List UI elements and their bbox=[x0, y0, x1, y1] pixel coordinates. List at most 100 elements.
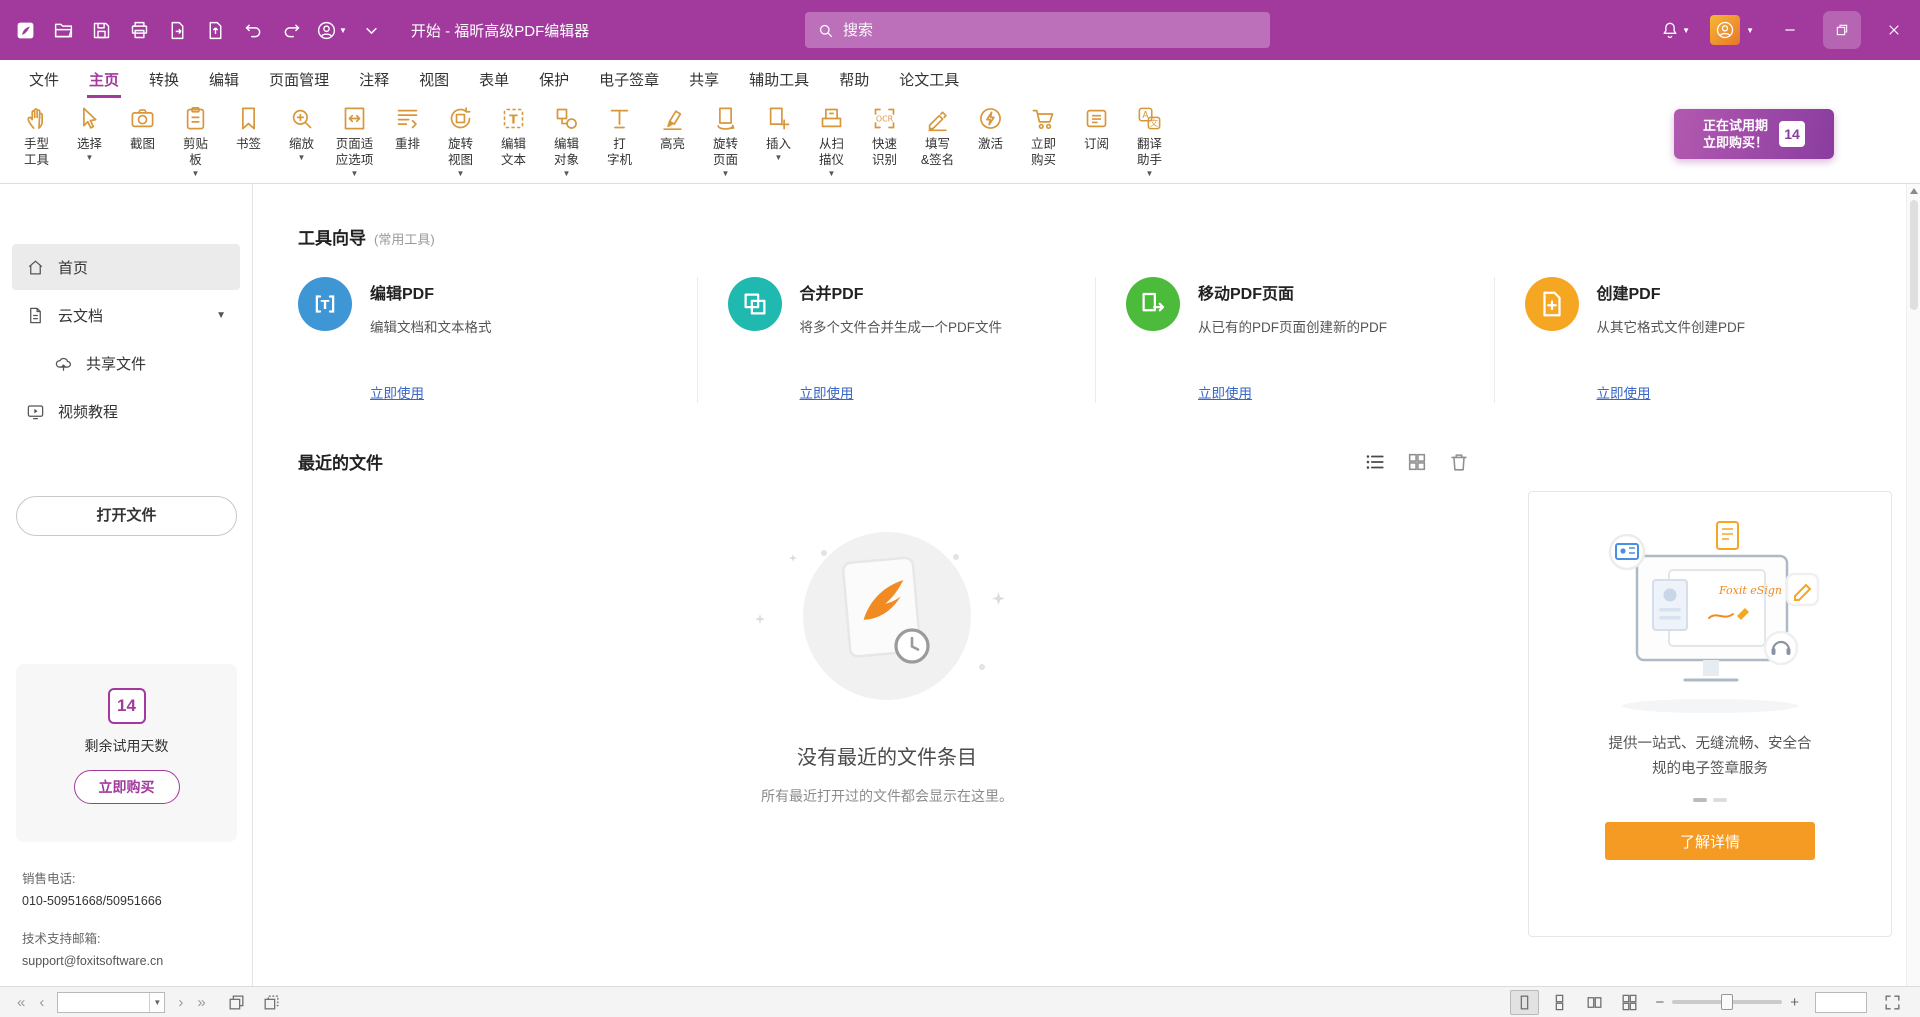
titlebar-button[interactable] bbox=[355, 12, 389, 48]
titlebar-button[interactable] bbox=[46, 12, 80, 48]
ribbon-tool[interactable]: 填写 &签名 bbox=[911, 103, 964, 168]
ribbon-tool[interactable]: 编辑 对象 ▼ bbox=[540, 103, 593, 178]
titlebar-button[interactable]: ▼ bbox=[312, 12, 351, 48]
zoom-slider-thumb[interactable] bbox=[1721, 994, 1733, 1010]
dropdown-caret-icon[interactable]: ▼ bbox=[149, 993, 164, 1012]
carousel-dot[interactable] bbox=[1713, 798, 1727, 802]
view-control-icon[interactable] bbox=[1448, 451, 1470, 473]
ribbon-tool[interactable]: 编辑 文本 bbox=[487, 103, 540, 168]
titlebar-button[interactable] bbox=[236, 12, 270, 48]
account-menu[interactable]: ▼ bbox=[1700, 0, 1764, 60]
ribbon-tool[interactable]: 旋转 页面 ▼ bbox=[699, 103, 752, 178]
notifications-button[interactable]: ▼ bbox=[1650, 0, 1700, 60]
titlebar-button[interactable] bbox=[274, 12, 308, 48]
minimize-button[interactable] bbox=[1764, 0, 1816, 60]
ribbon-tool[interactable]: 重排 bbox=[381, 103, 434, 152]
titlebar-button[interactable] bbox=[198, 12, 232, 48]
page-layout-button[interactable] bbox=[1510, 990, 1539, 1015]
learn-more-button[interactable]: 了解详情 bbox=[1605, 822, 1815, 860]
ribbon-tool[interactable]: 从扫 描仪 ▼ bbox=[805, 103, 858, 178]
view-tool-button[interactable] bbox=[257, 990, 286, 1015]
use-now-link[interactable]: 立即使用 bbox=[1198, 382, 1252, 402]
ribbon-tool[interactable]: 选择 ▼ bbox=[63, 103, 116, 162]
ribbon-tool[interactable]: 书签 bbox=[222, 103, 275, 152]
ribbon-tool[interactable]: 旋转 视图 ▼ bbox=[434, 103, 487, 178]
use-now-link[interactable]: 立即使用 bbox=[800, 382, 854, 402]
sidebar-item[interactable]: 云文档 ▼ bbox=[12, 292, 240, 338]
ribbon-tool[interactable]: 剪贴 板 ▼ bbox=[169, 103, 222, 178]
menu-item[interactable]: 表单 bbox=[464, 60, 524, 98]
global-search[interactable] bbox=[805, 12, 1270, 48]
sidebar-item[interactable]: 视频教程 bbox=[12, 388, 240, 434]
ribbon-tool[interactable]: 手型 工具 bbox=[10, 103, 63, 168]
tool-card[interactable]: 移动PDF页面 从已有的PDF页面创建新的PDF 立即使用 bbox=[1095, 277, 1494, 403]
vertical-scrollbar[interactable] bbox=[1906, 184, 1920, 986]
page-number-input[interactable] bbox=[58, 995, 149, 1009]
sidebar-item[interactable]: 共享文件 bbox=[12, 340, 240, 386]
page-layout-button[interactable] bbox=[1615, 990, 1644, 1015]
carousel-dot[interactable] bbox=[1693, 798, 1707, 802]
ribbon-tool[interactable]: 插入 ▼ bbox=[752, 103, 805, 162]
view-tool-button[interactable] bbox=[222, 990, 251, 1015]
menu-item[interactable]: 页面管理 bbox=[254, 60, 344, 98]
search-input[interactable] bbox=[843, 22, 1258, 39]
next-page-button[interactable]: › bbox=[171, 994, 190, 1011]
menu-item[interactable]: 共享 bbox=[674, 60, 734, 98]
ribbon-tool[interactable]: 页面适 应选项 ▼ bbox=[328, 103, 381, 178]
menu-item[interactable]: 转换 bbox=[134, 60, 194, 98]
menu-item[interactable]: 主页 bbox=[74, 60, 134, 98]
ribbon-tool[interactable]: 缩放 ▼ bbox=[275, 103, 328, 162]
ribbon-tool[interactable]: 高亮 bbox=[646, 103, 699, 152]
page-number-box[interactable]: ▼ bbox=[57, 992, 165, 1013]
ribbon-tool[interactable]: 激活 bbox=[964, 103, 1017, 152]
restore-button[interactable] bbox=[1816, 0, 1868, 60]
close-button[interactable] bbox=[1868, 0, 1920, 60]
previous-page-button[interactable]: ‹ bbox=[32, 994, 51, 1011]
ribbon-tool[interactable]: 截图 bbox=[116, 103, 169, 152]
use-now-link[interactable]: 立即使用 bbox=[370, 382, 424, 402]
buy-now-button[interactable]: 立即购买 bbox=[74, 770, 180, 804]
menu-item[interactable]: 帮助 bbox=[824, 60, 884, 98]
titlebar-button[interactable] bbox=[160, 12, 194, 48]
tool-card[interactable]: 编辑PDF 编辑文档和文本格式 立即使用 bbox=[298, 277, 697, 403]
use-now-link[interactable]: 立即使用 bbox=[1597, 382, 1651, 402]
titlebar-button[interactable] bbox=[84, 12, 118, 48]
titlebar-button[interactable] bbox=[122, 12, 156, 48]
zoom-out-button[interactable]: − bbox=[1647, 994, 1672, 1011]
zoom-in-button[interactable]: + bbox=[1782, 994, 1807, 1011]
scroll-up-arrow-icon[interactable] bbox=[1910, 188, 1918, 194]
tool-card[interactable]: 创建PDF 从其它格式文件创建PDF 立即使用 bbox=[1494, 277, 1893, 403]
menu-item[interactable]: 编辑 bbox=[194, 60, 254, 98]
menu-item[interactable]: 论文工具 bbox=[884, 60, 974, 98]
fullscreen-button[interactable] bbox=[1878, 990, 1907, 1015]
menu-item[interactable]: 辅助工具 bbox=[734, 60, 824, 98]
view-control-icon[interactable] bbox=[1406, 451, 1428, 473]
support-email[interactable]: support@foxitsoftware.cn bbox=[22, 950, 163, 972]
menu-item[interactable]: 保护 bbox=[524, 60, 584, 98]
promo-text-line1: 提供一站式、无缝流畅、安全合 bbox=[1609, 732, 1812, 757]
ribbon-tool[interactable]: 翻译 助手 ▼ bbox=[1123, 103, 1176, 178]
trial-purchase-badge[interactable]: 正在试用期 立即购买！ 14 bbox=[1674, 109, 1834, 159]
view-control-icon[interactable] bbox=[1364, 451, 1386, 473]
titlebar-button[interactable] bbox=[8, 12, 42, 48]
ribbon-tool[interactable]: 订阅 bbox=[1070, 103, 1123, 152]
last-page-button[interactable]: » bbox=[190, 994, 212, 1011]
open-file-button[interactable]: 打开文件 bbox=[16, 496, 237, 536]
zoom-percentage-box[interactable] bbox=[1815, 992, 1867, 1013]
ribbon-tool[interactable]: 快速 识别 bbox=[858, 103, 911, 168]
carousel-dots bbox=[1693, 798, 1727, 802]
page-layout-button[interactable] bbox=[1580, 990, 1609, 1015]
scrollbar-thumb[interactable] bbox=[1910, 200, 1918, 310]
ribbon-tool[interactable]: 立即 购买 bbox=[1017, 103, 1070, 168]
zoom-slider[interactable] bbox=[1672, 1000, 1782, 1004]
dropdown-caret-icon: ▼ bbox=[828, 169, 836, 178]
page-layout-button[interactable] bbox=[1545, 990, 1574, 1015]
ribbon-tool[interactable]: 打 字机 bbox=[593, 103, 646, 168]
tool-card[interactable]: 合并PDF 将多个文件合并生成一个PDF文件 立即使用 bbox=[697, 277, 1096, 403]
first-page-button[interactable]: « bbox=[10, 994, 32, 1011]
menu-item[interactable]: 电子签章 bbox=[584, 60, 674, 98]
sidebar-item[interactable]: 首页 bbox=[12, 244, 240, 290]
menu-item[interactable]: 文件 bbox=[14, 60, 74, 98]
menu-item[interactable]: 注释 bbox=[344, 60, 404, 98]
menu-item[interactable]: 视图 bbox=[404, 60, 464, 98]
